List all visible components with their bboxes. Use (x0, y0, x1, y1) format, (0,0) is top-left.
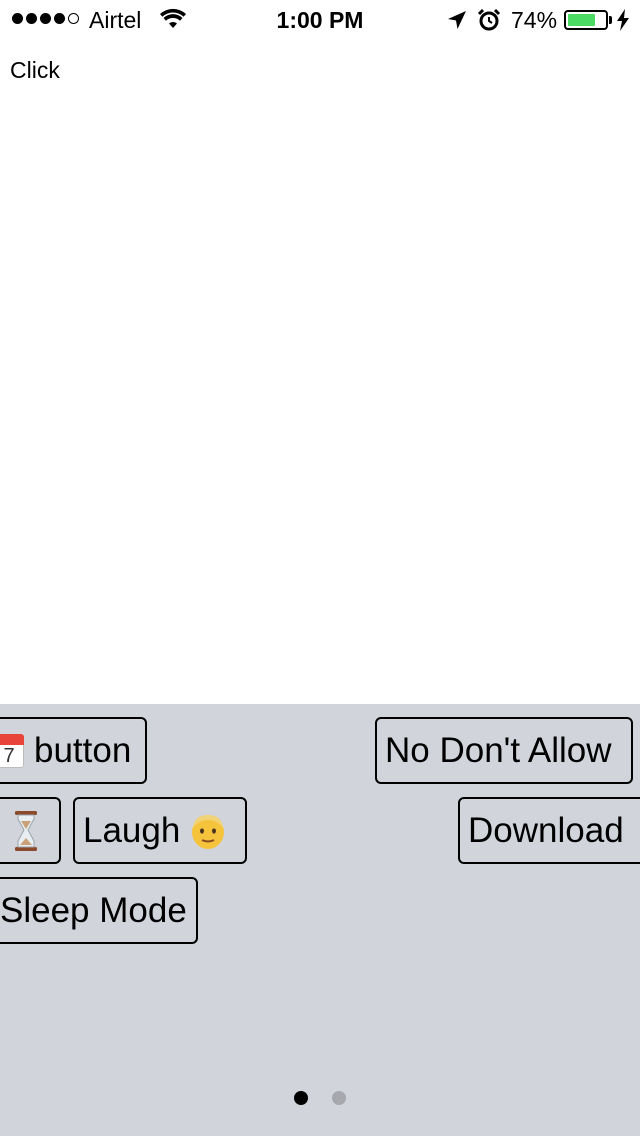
sleep-mode-key[interactable]: Sleep Mode (0, 877, 198, 944)
calendar-day: 7 (3, 744, 15, 767)
download-key[interactable]: Download (458, 797, 640, 864)
status-bar: Airtel 1:00 PM 74% (0, 0, 640, 40)
charging-bolt-icon (617, 9, 629, 31)
hourglass-key[interactable] (0, 797, 61, 864)
no-dont-allow-key[interactable]: No Don't Allow (375, 717, 633, 784)
no-dont-allow-label: No Don't Allow (385, 731, 612, 770)
custom-keyboard: 7 button No Don't Allow Laugh Download S… (0, 704, 640, 1136)
screen: Airtel 1:00 PM 74% Click 7 button No Don… (0, 0, 640, 1136)
calendar-button-label: button (34, 731, 132, 770)
click-label: Click (10, 57, 60, 83)
page-indicator[interactable] (0, 1091, 640, 1105)
location-arrow-icon (448, 11, 466, 29)
battery-percentage: 74% (511, 7, 558, 33)
hourglass-icon (14, 810, 37, 851)
alarm-clock-icon (477, 8, 501, 31)
battery-icon (564, 10, 608, 30)
laugh-key[interactable]: Laugh (73, 797, 247, 864)
face-icon (192, 814, 225, 849)
battery-level-fill (568, 14, 595, 26)
download-label: Download (468, 811, 624, 850)
calendar-icon: 7 (0, 733, 24, 768)
page-dot-active[interactable] (294, 1091, 308, 1105)
battery-cap (609, 16, 612, 24)
laugh-label: Laugh (83, 811, 181, 850)
calendar-button-key[interactable]: 7 button (0, 717, 147, 784)
page-dot[interactable] (332, 1091, 346, 1105)
sleep-mode-label: Sleep Mode (0, 891, 187, 930)
